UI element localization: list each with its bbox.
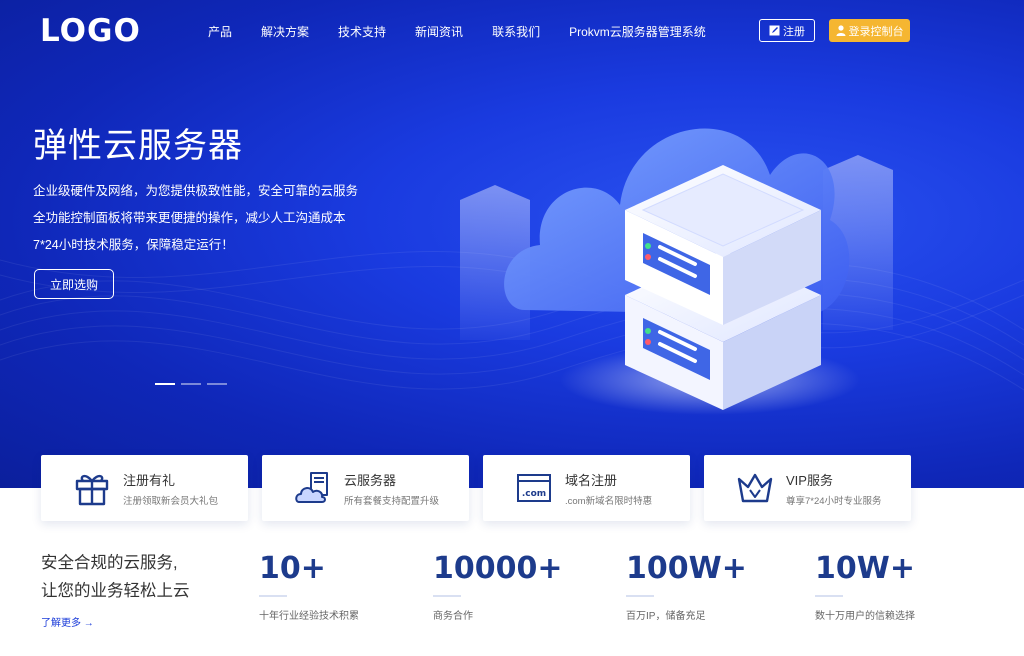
feature-cards: 注册有礼 注册领取新会员大礼包 云服务器 所有套餐支持配置升级 .com 域名注… — [41, 455, 911, 521]
stat-value: 10+ — [259, 551, 326, 586]
hero-line-3: 7*24小时技术服务，保障稳定运行！ — [33, 238, 234, 252]
register-label: 注册 — [783, 25, 805, 38]
dot-com-icon: .com — [514, 468, 554, 508]
user-icon — [836, 25, 845, 36]
card-title: 云服务器 — [344, 472, 397, 488]
main-nav: 产品 解决方案 技术支持 新闻资讯 联系我们 Prokvm云服务器管理系统 — [208, 23, 735, 40]
intro-slogan: 安全合规的云服务, 让您的业务轻松上云 — [41, 549, 190, 605]
stat-divider — [815, 595, 843, 597]
cloud-server-illustration — [460, 128, 893, 415]
nav-item-prokvm[interactable]: Prokvm云服务器管理系统 — [569, 23, 706, 40]
hero-line-2: 全功能控制面板将带来更便捷的操作，减少人工沟通成本 — [33, 211, 346, 225]
hero-title: 弹性云服务器 — [33, 127, 243, 165]
stat-value: 10W+ — [815, 551, 915, 586]
intro-line-1: 安全合规的云服务, — [41, 554, 178, 572]
card-subtitle: 尊享7*24小时专业服务 — [786, 495, 882, 507]
carousel-indicators — [155, 383, 227, 385]
dot-com-icon-text: .com — [522, 489, 546, 499]
card-cloud-server[interactable]: 云服务器 所有套餐支持配置升级 — [262, 455, 469, 521]
stat-description: 数十万用户的信赖选择 — [815, 611, 915, 622]
card-vip[interactable]: VIP服务 尊享7*24小时专业服务 — [704, 455, 911, 521]
nav-item-contact[interactable]: 联系我们 — [492, 23, 540, 40]
nav-item-news[interactable]: 新闻资讯 — [415, 23, 463, 40]
edit-icon — [769, 25, 780, 36]
stat-divider — [433, 595, 461, 597]
logo[interactable]: LOGO — [40, 13, 141, 49]
register-button[interactable]: 注册 — [759, 19, 815, 42]
card-subtitle: 所有套餐支持配置升级 — [344, 495, 440, 507]
stat-description: 百万IP，储备充足 — [626, 611, 706, 622]
card-subtitle: 注册领取新会员大礼包 — [123, 495, 219, 507]
stat-partners: 10000+ 商务合作 — [433, 551, 563, 622]
nav-item-products[interactable]: 产品 — [208, 23, 232, 40]
nav-item-support[interactable]: 技术支持 — [338, 23, 386, 40]
card-subtitle: .com新域名限时特惠 — [565, 495, 653, 507]
gift-icon — [72, 468, 112, 508]
stat-value: 100W+ — [626, 551, 747, 586]
carousel-dot-2[interactable] — [181, 383, 201, 385]
console-label: 登录控制台 — [848, 25, 904, 38]
card-title: 注册有礼 — [123, 472, 176, 488]
stat-experience: 10+ 十年行业经验技术积累 — [259, 551, 359, 622]
hero-banner: LOGO 产品 解决方案 技术支持 新闻资讯 联系我们 Prokvm云服务器管理… — [0, 0, 1024, 488]
hero-description: 企业级硬件及网络，为您提供极致性能，安全可靠的云服务 全功能控制面板将带来更便捷… — [33, 178, 358, 259]
crown-icon — [735, 468, 775, 508]
learn-more-link[interactable]: 了解更多 → — [41, 614, 94, 629]
card-register-gift[interactable]: 注册有礼 注册领取新会员大礼包 — [41, 455, 248, 521]
stat-description: 十年行业经验技术积累 — [259, 611, 359, 622]
stat-value: 10000+ — [433, 551, 563, 586]
card-domain[interactable]: .com 域名注册 .com新域名限时特惠 — [483, 455, 690, 521]
buy-now-button[interactable]: 立即选购 — [34, 269, 114, 299]
stat-users: 10W+ 数十万用户的信赖选择 — [815, 551, 915, 622]
nav-item-solutions[interactable]: 解决方案 — [261, 23, 309, 40]
stat-divider — [259, 595, 287, 597]
carousel-dot-3[interactable] — [207, 383, 227, 385]
stat-description: 商务合作 — [433, 611, 473, 622]
stat-ips: 100W+ 百万IP，储备充足 — [626, 551, 747, 622]
card-title: 域名注册 — [565, 472, 618, 488]
hero-line-1: 企业级硬件及网络，为您提供极致性能，安全可靠的云服务 — [33, 184, 359, 198]
stat-divider — [626, 595, 654, 597]
cloud-server-icon — [293, 468, 333, 508]
carousel-dot-1[interactable] — [155, 383, 175, 385]
card-title: VIP服务 — [786, 472, 833, 488]
console-login-button[interactable]: 登录控制台 — [829, 19, 910, 42]
intro-line-2: 让您的业务轻松上云 — [41, 582, 190, 600]
